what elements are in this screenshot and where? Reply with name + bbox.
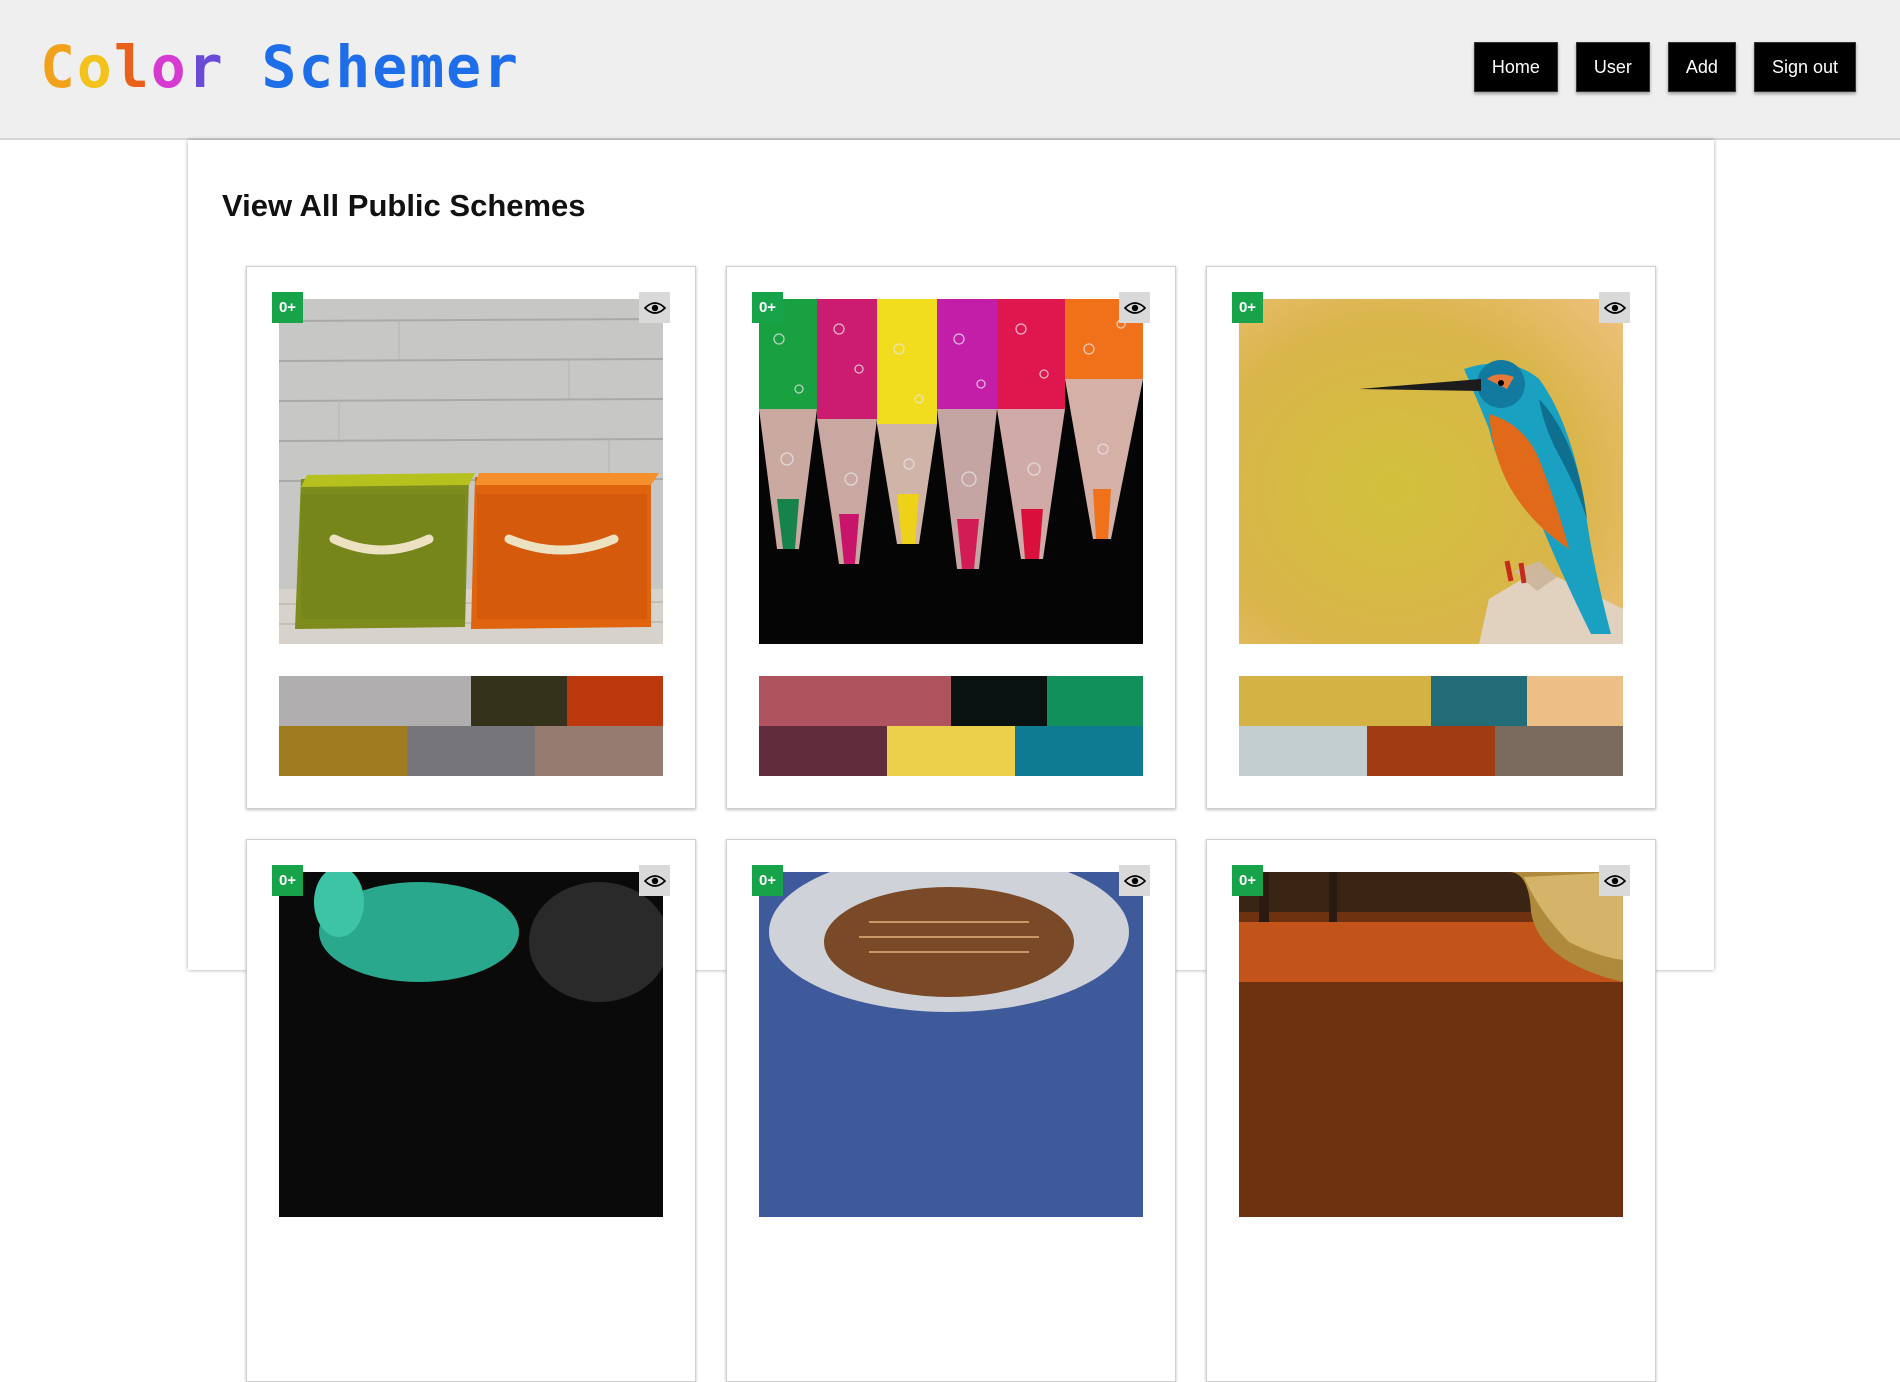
scheme-card[interactable]: 0+ bbox=[726, 839, 1176, 1382]
palette-row bbox=[759, 726, 1143, 776]
scheme-image bbox=[759, 299, 1143, 644]
home-button[interactable]: Home bbox=[1473, 42, 1558, 92]
scheme-image bbox=[759, 872, 1143, 1217]
rating-badge: 0+ bbox=[272, 865, 303, 896]
rating-badge: 0+ bbox=[1232, 865, 1263, 896]
scheme-image-art bbox=[279, 299, 663, 644]
color-palette bbox=[1239, 676, 1623, 776]
color-swatch bbox=[1047, 676, 1143, 726]
logo-letter: o bbox=[150, 33, 188, 101]
view-button[interactable] bbox=[1119, 865, 1150, 896]
logo-letter: r bbox=[187, 33, 225, 101]
eye-icon bbox=[1603, 874, 1626, 887]
scheme-image bbox=[279, 872, 663, 1217]
main-nav: Home User Add Sign out bbox=[1473, 42, 1856, 92]
rating-badge: 0+ bbox=[752, 865, 783, 896]
app-logo[interactable]: Color Schemer bbox=[40, 34, 520, 100]
color-swatch bbox=[759, 726, 887, 776]
palette-row bbox=[1239, 676, 1623, 726]
color-swatch bbox=[471, 676, 567, 726]
color-swatch bbox=[1239, 726, 1367, 776]
scheme-image bbox=[279, 299, 663, 644]
scheme-image bbox=[1239, 299, 1623, 644]
eye-icon bbox=[1123, 874, 1146, 887]
logo-word: Schemer bbox=[261, 33, 520, 101]
color-swatch bbox=[279, 676, 471, 726]
eye-icon bbox=[1603, 301, 1626, 314]
rating-badge: 0+ bbox=[1232, 292, 1263, 323]
color-swatch bbox=[1431, 676, 1527, 726]
color-swatch bbox=[1527, 676, 1623, 726]
color-swatch bbox=[951, 676, 1047, 726]
color-swatch bbox=[1367, 726, 1495, 776]
user-button[interactable]: User bbox=[1575, 42, 1650, 92]
color-swatch bbox=[407, 726, 535, 776]
page-title: View All Public Schemes bbox=[222, 188, 586, 223]
scheme-image-art bbox=[1239, 299, 1623, 644]
logo-letter: C bbox=[40, 33, 77, 101]
eye-icon bbox=[643, 874, 666, 887]
add-button[interactable]: Add bbox=[1667, 42, 1736, 92]
scheme-card[interactable]: 0+ bbox=[726, 266, 1176, 809]
eye-icon bbox=[1123, 301, 1146, 314]
palette-row bbox=[1239, 726, 1623, 776]
scheme-image bbox=[1239, 872, 1623, 1217]
color-swatch bbox=[279, 726, 407, 776]
color-swatch bbox=[1495, 726, 1623, 776]
palette-row bbox=[759, 676, 1143, 726]
scheme-card[interactable]: 0+ bbox=[246, 839, 696, 1382]
eye-icon bbox=[643, 301, 666, 314]
view-button[interactable] bbox=[1119, 292, 1150, 323]
color-swatch bbox=[1015, 726, 1143, 776]
rating-badge: 0+ bbox=[752, 292, 783, 323]
view-button[interactable] bbox=[1599, 292, 1630, 323]
color-swatch bbox=[887, 726, 1015, 776]
color-palette bbox=[279, 676, 663, 776]
palette-row bbox=[279, 676, 663, 726]
scheme-card[interactable]: 0+ bbox=[1206, 266, 1656, 809]
view-button[interactable] bbox=[1599, 865, 1630, 896]
logo-letter: o bbox=[76, 33, 114, 101]
color-swatch bbox=[759, 676, 951, 726]
scheme-image-art bbox=[759, 299, 1143, 644]
content-panel: View All Public Schemes 0+ 0+ 0+ 0+ 0+ 0… bbox=[188, 140, 1714, 1382]
view-button[interactable] bbox=[639, 865, 670, 896]
scheme-image-art bbox=[1239, 872, 1623, 1217]
palette-row bbox=[279, 726, 663, 776]
scheme-card[interactable]: 0+ bbox=[1206, 839, 1656, 1382]
view-button[interactable] bbox=[639, 292, 670, 323]
color-swatch bbox=[535, 726, 663, 776]
scheme-grid: 0+ 0+ 0+ 0+ 0+ 0+ bbox=[246, 266, 1656, 1382]
scheme-image-art bbox=[279, 872, 663, 1217]
logo-letter: l bbox=[113, 33, 151, 101]
scheme-image-art bbox=[759, 872, 1143, 1217]
sign-out-button[interactable]: Sign out bbox=[1753, 42, 1856, 92]
scheme-card[interactable]: 0+ bbox=[246, 266, 696, 809]
color-swatch bbox=[1239, 676, 1431, 726]
app-header: Color Schemer Home User Add Sign out bbox=[0, 0, 1900, 140]
color-swatch bbox=[567, 676, 663, 726]
color-palette bbox=[759, 676, 1143, 776]
rating-badge: 0+ bbox=[272, 292, 303, 323]
